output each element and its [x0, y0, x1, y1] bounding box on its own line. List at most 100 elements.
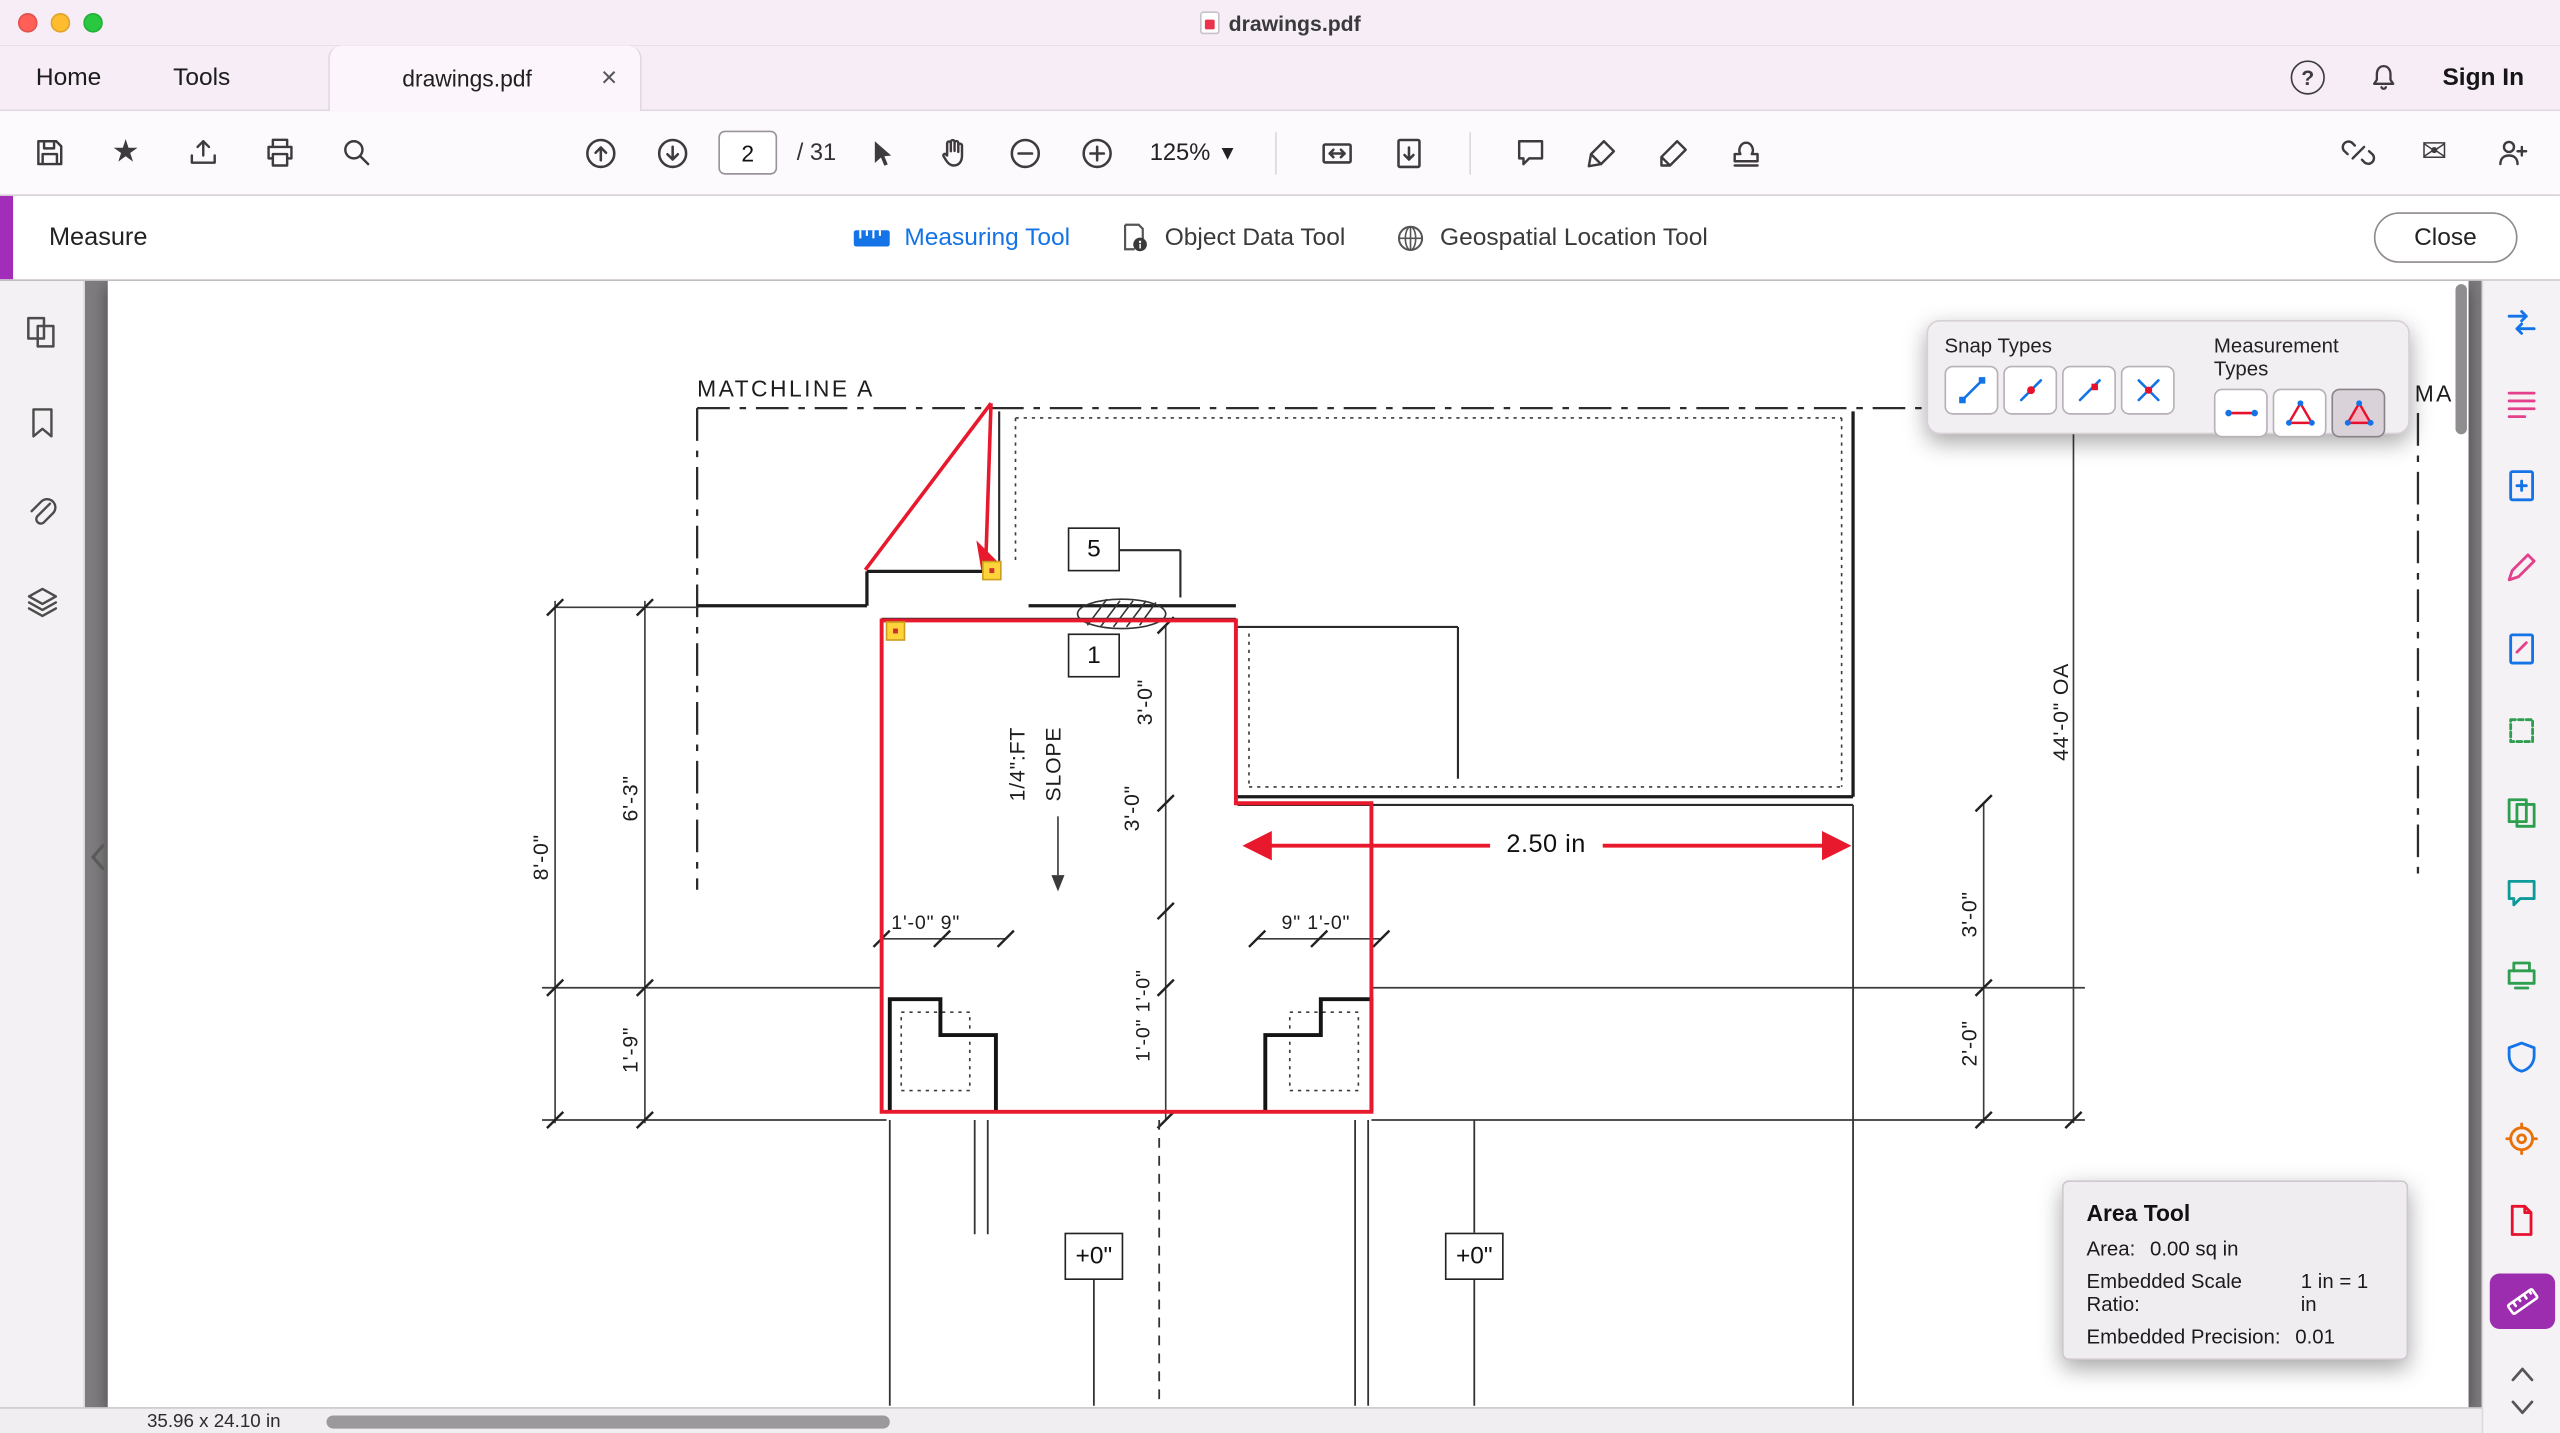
favorite-button[interactable]: ★: [100, 127, 152, 179]
acrobat-window: drawings.pdf Home Tools drawings.pdf × ?…: [0, 0, 2560, 1433]
zoom-window-button[interactable]: [83, 13, 103, 33]
snap-types-title: Snap Types: [1944, 335, 2174, 358]
horizontal-scrollbar-thumb[interactable]: [327, 1416, 890, 1429]
window-title: drawings.pdf: [1229, 11, 1361, 35]
sign-button[interactable]: [1648, 127, 1700, 179]
area-row: Area: 0.00 sq in: [2087, 1238, 2384, 1261]
protect-button[interactable]: [2489, 1029, 2554, 1085]
comment-button[interactable]: [1505, 127, 1557, 179]
slope-word-label: SLOPE: [1041, 727, 1065, 802]
measure-tool-button[interactable]: [2489, 1273, 2554, 1329]
page-scroll-icon: [1390, 135, 1426, 171]
search-button[interactable]: [330, 127, 382, 179]
select-tool-button[interactable]: [856, 127, 908, 179]
snap-marker-icon: [887, 562, 1001, 640]
notifications-button[interactable]: [2358, 51, 2410, 103]
previous-page-button[interactable]: [575, 127, 627, 179]
organize-pages-button[interactable]: [2489, 376, 2554, 432]
share-button[interactable]: [176, 127, 228, 179]
snap-types-panel: Snap Types: [1927, 320, 2410, 434]
close-measure-button[interactable]: Close: [2373, 212, 2517, 263]
stamp-icon: [1729, 136, 1763, 170]
perimeter-tool-button[interactable]: [2273, 389, 2327, 438]
measure-bar-title: Measure: [49, 223, 147, 252]
area-label: Area:: [2087, 1238, 2136, 1261]
rail-scroll-down-button[interactable]: [2505, 1396, 2538, 1427]
stamp-button[interactable]: [1720, 127, 1772, 179]
toolbar-divider: [1469, 131, 1471, 173]
elevation-left-callout: +0": [1064, 1233, 1123, 1280]
dim-3-0-b-label: 3'-0": [1119, 785, 1143, 831]
distance-tool-button[interactable]: [2214, 389, 2268, 438]
collapse-panel-handle[interactable]: [85, 833, 111, 882]
object-data-tool-button[interactable]: Object Data Tool: [1119, 221, 1345, 254]
measurement-value-label[interactable]: 2.50 in: [1490, 828, 1602, 864]
print-button[interactable]: [253, 127, 305, 179]
bookmarks-button[interactable]: [24, 405, 60, 449]
edit-pdf-button[interactable]: [2489, 620, 2554, 676]
dim-44-0-oa-label: 44'-0" OA: [2048, 663, 2072, 761]
dim-1-0-9-label: 1'-0" 9": [891, 911, 960, 934]
share-link-button[interactable]: [2331, 127, 2383, 179]
tab-close-icon[interactable]: ×: [598, 64, 621, 92]
slope-ratio-label: 1/4":FT: [1005, 727, 1029, 802]
rail-scroll-up-button[interactable]: [2505, 1362, 2538, 1393]
geospatial-tool-button[interactable]: Geospatial Location Tool: [1394, 221, 1707, 254]
callout-5: 5: [1068, 527, 1120, 571]
area-tool-button[interactable]: [2331, 389, 2385, 438]
upload-icon: [185, 136, 219, 170]
snap-intersections-icon: [2131, 374, 2164, 407]
bookmark-icon: [24, 405, 60, 441]
comments-button[interactable]: [2489, 865, 2554, 921]
globe-icon: [1394, 221, 1427, 254]
send-mail-button[interactable]: ✉: [2408, 127, 2460, 179]
page-up-icon: [583, 135, 619, 171]
star-icon: ★: [112, 137, 140, 168]
fill-sign-button[interactable]: [2489, 539, 2554, 595]
minimize-window-button[interactable]: [51, 13, 71, 33]
export-pdf-button[interactable]: [2489, 294, 2554, 350]
next-page-button[interactable]: [647, 127, 699, 179]
action-wizard-button[interactable]: [2489, 1110, 2554, 1166]
zoom-level-dropdown[interactable]: 125% ▾: [1143, 140, 1240, 166]
matchline-label: MATCHLINE A: [697, 376, 875, 402]
dim-1-9-label: 1'-9": [618, 1027, 642, 1073]
attachments-button[interactable]: [24, 495, 60, 539]
vertical-scrollbar-thumb[interactable]: [2456, 284, 2467, 434]
menu-home[interactable]: Home: [0, 46, 137, 110]
create-pdf-button[interactable]: [2489, 457, 2554, 513]
pen-icon: [1657, 136, 1691, 170]
printer-icon: [262, 136, 296, 170]
layers-button[interactable]: [24, 584, 60, 628]
crop-pages-button[interactable]: [2489, 702, 2554, 758]
hand-icon: [937, 136, 971, 170]
share-people-button[interactable]: [2485, 127, 2537, 179]
menu-tools[interactable]: Tools: [137, 46, 266, 110]
zoom-out-button[interactable]: [999, 127, 1051, 179]
pdf-standards-button[interactable]: [2489, 1192, 2554, 1248]
measuring-tool-button[interactable]: Measuring Tool: [852, 224, 1070, 252]
combine-files-button[interactable]: [2489, 784, 2554, 840]
snap-midpoints-button[interactable]: [2003, 366, 2057, 415]
highlight-button[interactable]: [1576, 127, 1628, 179]
fit-width-button[interactable]: [1310, 127, 1362, 179]
close-window-button[interactable]: [18, 13, 38, 33]
zoom-in-button[interactable]: [1071, 127, 1123, 179]
page-thumbnails-button[interactable]: [23, 313, 61, 359]
document-tab[interactable]: drawings.pdf ×: [328, 45, 641, 110]
snap-paths-button[interactable]: [2062, 366, 2116, 415]
object-data-icon: [1119, 221, 1152, 254]
page-display-button[interactable]: [1382, 127, 1434, 179]
hand-tool-button[interactable]: [928, 127, 980, 179]
measure-bar: Measure Measuring Tool Object Data Tool: [0, 196, 2560, 281]
page-number-input[interactable]: [718, 131, 777, 175]
document-tab-label: drawings.pdf: [349, 64, 584, 90]
sign-in-button[interactable]: Sign In: [2442, 64, 2524, 92]
help-icon[interactable]: ?: [2291, 60, 2325, 94]
person-add-icon: [2494, 136, 2528, 170]
snap-endpoints-button[interactable]: [1944, 366, 1998, 415]
snap-intersections-button[interactable]: [2121, 366, 2175, 415]
save-button[interactable]: [23, 127, 75, 179]
scan-ocr-button[interactable]: [2489, 947, 2554, 1003]
chevron-left-icon: [90, 842, 106, 871]
